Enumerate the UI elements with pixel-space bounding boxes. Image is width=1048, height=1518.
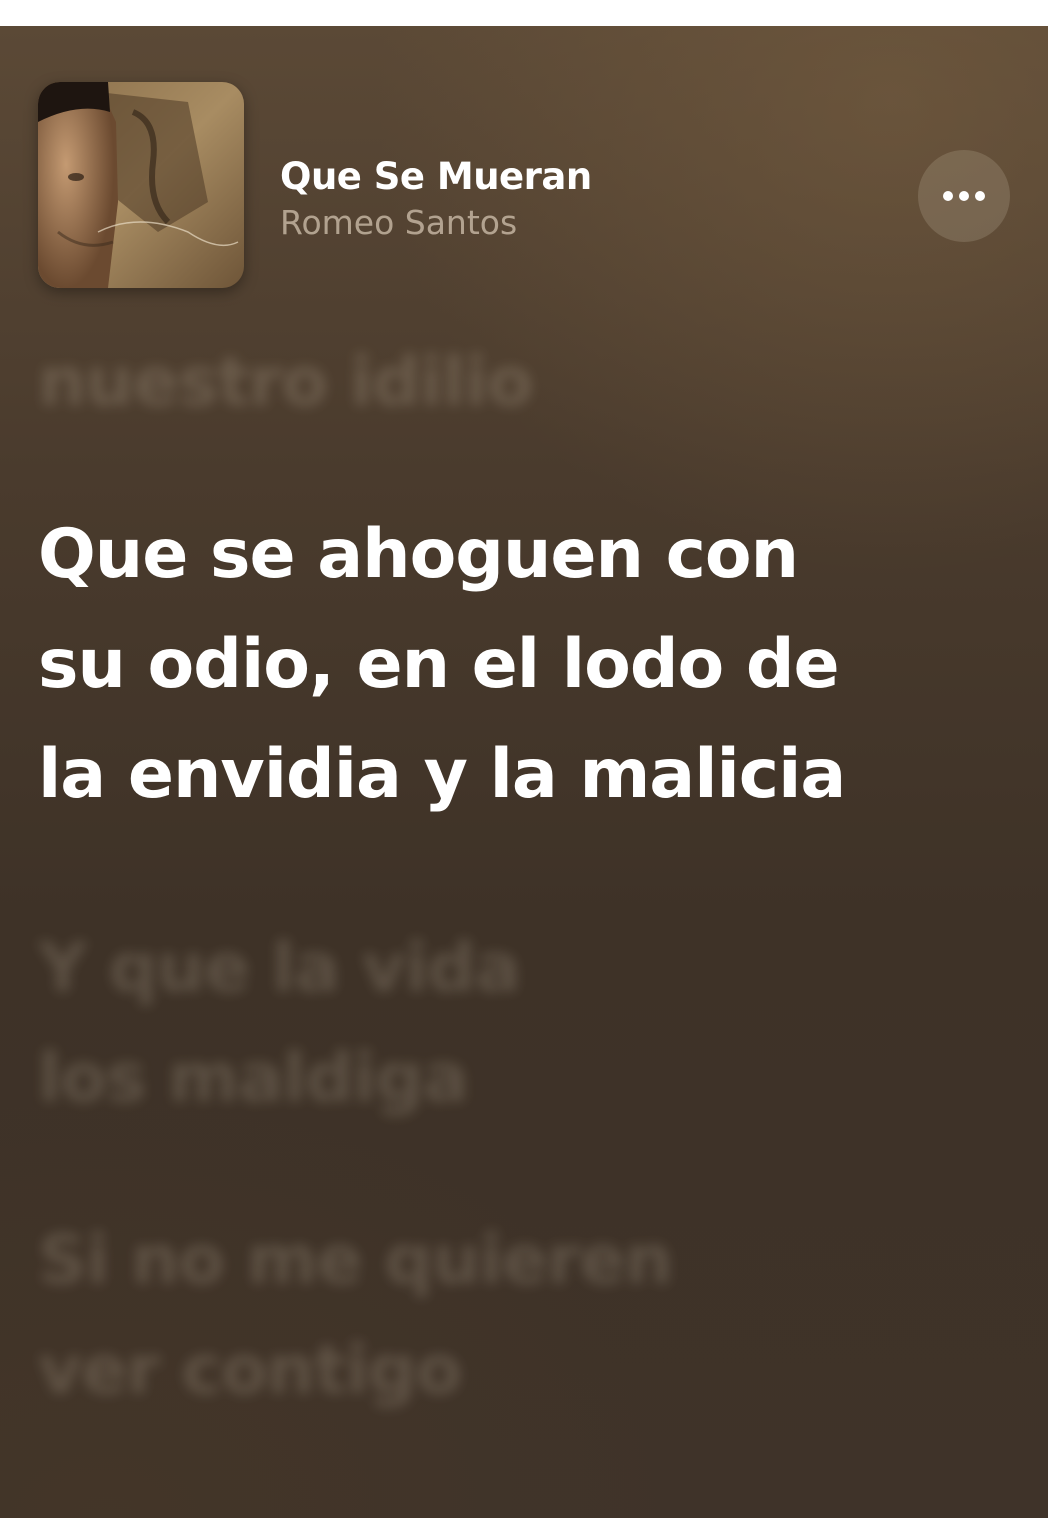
lyric-row: ver contigo (38, 1331, 462, 1410)
lyric-line-next-1[interactable]: Y que la vida los maldiga (38, 914, 521, 1134)
lyric-row: su odio, en el lodo de (38, 625, 840, 704)
now-playing-header: Que Se Mueran Romeo Santos (38, 82, 1010, 290)
track-artist[interactable]: Romeo Santos (280, 200, 592, 246)
lyric-line-previous[interactable]: nuestro idilio (38, 328, 533, 438)
now-playing-lyrics-screen: Que Se Mueran Romeo Santos nuestro idili… (0, 26, 1048, 1518)
lyric-row: los maldiga (38, 1039, 469, 1118)
ellipsis-icon (943, 191, 985, 201)
lyric-row: Que se ahoguen con (38, 515, 799, 594)
lyric-row: la envidia y la malicia (38, 735, 846, 814)
lyric-line-current[interactable]: Que se ahoguen con su odio, en el lodo d… (38, 500, 846, 830)
lyric-line-next-2[interactable]: Si no me quieren ver contigo (38, 1206, 673, 1426)
lyric-row: Si no me quieren (38, 1221, 673, 1300)
track-info[interactable]: Que Se Mueran Romeo Santos (280, 154, 592, 246)
album-artwork[interactable] (38, 82, 244, 288)
more-options-button[interactable] (918, 150, 1010, 242)
lyric-row: nuestro idilio (38, 343, 533, 422)
lyric-row: Y que la vida (38, 929, 521, 1008)
track-title[interactable]: Que Se Mueran (280, 154, 592, 200)
album-artwork-image (38, 82, 244, 288)
